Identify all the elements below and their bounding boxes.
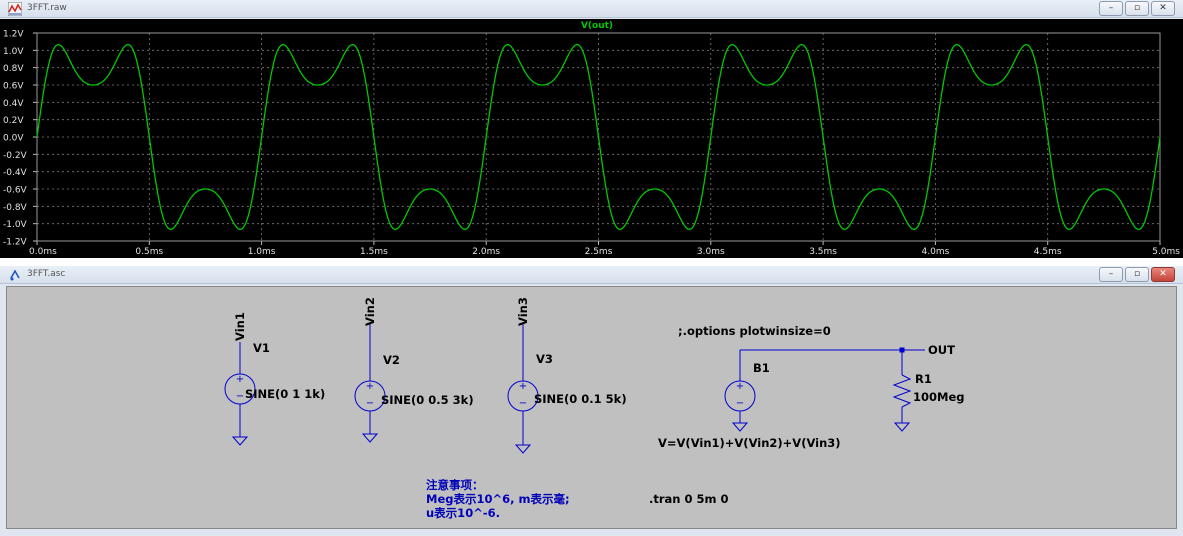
restore-button[interactable]: ▫ — [1125, 267, 1149, 282]
close-icon: ✕ — [1159, 269, 1167, 279]
voltage-source-v3[interactable]: + − — [507, 323, 539, 454]
schematic-drawing[interactable]: + − + − + − + − Vin1 Vin2 Vin3 V1 SINE(0… — [7, 287, 1176, 528]
x-tick-label: 0.0ms — [29, 247, 57, 257]
out-label[interactable]: OUT — [928, 343, 955, 357]
x-tick-label: 1.0ms — [248, 247, 276, 257]
y-tick-label: -0.6V — [3, 186, 28, 196]
plot-axes — [33, 32, 1161, 245]
behavioral-source-b1[interactable]: + − — [724, 350, 756, 432]
r1-value[interactable]: 100Meg — [913, 390, 964, 404]
y-tick-label: 0.2V — [3, 116, 24, 126]
close-icon: ✕ — [1159, 3, 1167, 13]
x-tick-label: 3.0ms — [697, 247, 725, 257]
close-button[interactable]: ✕ — [1151, 1, 1175, 16]
voltage-source-v2[interactable]: + − — [354, 323, 386, 443]
r1-name[interactable]: R1 — [915, 372, 932, 386]
x-tick-label: 4.0ms — [922, 247, 950, 257]
y-tick-label: -1.2V — [3, 238, 28, 248]
resistor-r1[interactable] — [892, 350, 912, 432]
restore-icon: ▫ — [1133, 269, 1141, 279]
net-label-vin1[interactable]: Vin1 — [233, 312, 247, 341]
x-tick-label: 1.5ms — [360, 247, 388, 257]
svg-text:−: − — [519, 398, 527, 409]
note-line-3[interactable]: u表示10^-6. — [426, 506, 500, 520]
schematic-window-title: 3FFT.asc — [27, 269, 66, 279]
x-tick-label: 2.5ms — [585, 247, 613, 257]
y-tick-label: 1.0V — [3, 47, 24, 57]
net-label-vin2[interactable]: Vin2 — [363, 297, 377, 326]
schematic-titlebar: 3FFT.asc – ▫ ✕ — [0, 266, 1183, 284]
v2-name[interactable]: V2 — [383, 353, 400, 367]
note-line-2[interactable]: Meg表示10^6, m表示毫; — [426, 492, 570, 506]
y-tick-label: -1.0V — [3, 220, 28, 230]
x-tick-labels: 0.0ms 0.5ms 1.0ms 1.5ms 2.0ms 2.5ms 3.0ms 3.5ms… — [29, 247, 1180, 257]
b1-value[interactable]: V=V(Vin1)+V(Vin2)+V(Vin3) — [658, 436, 841, 450]
waveform-window: 3FFT.raw – ▫ ✕ 1.2V 1.0V 0.8V 0.6V 0.4V 0.2V 0… — [0, 0, 1183, 258]
x-tick-label: 2.0ms — [472, 247, 500, 257]
svg-text:+: + — [519, 381, 527, 392]
x-tick-label: 0.5ms — [135, 247, 163, 257]
net-label-vin3[interactable]: Vin3 — [516, 297, 530, 326]
y-tick-label: -0.8V — [3, 203, 28, 213]
waveform-window-controls: – ▫ ✕ — [1099, 1, 1175, 16]
waveform-plot-area[interactable]: 1.2V 1.0V 0.8V 0.6V 0.4V 0.2V 0.0V -0.2V -0.4V -0… — [0, 19, 1183, 258]
v3-name[interactable]: V3 — [536, 352, 553, 366]
minimize-icon: – — [1108, 3, 1114, 13]
x-tick-label: 5.0ms — [1152, 247, 1180, 257]
schematic-canvas[interactable]: + − + − + − + − Vin1 Vin2 Vin3 V1 SINE(0… — [6, 286, 1177, 529]
y-tick-label: 0.0V — [3, 134, 24, 144]
v1-value[interactable]: SINE(0 1 1k) — [245, 387, 325, 401]
trace-label-vout[interactable]: V(out) — [581, 21, 613, 31]
svg-text:+: + — [366, 381, 374, 392]
minimize-icon: – — [1108, 269, 1114, 279]
waveform-titlebar: 3FFT.raw – ▫ ✕ — [0, 0, 1183, 18]
note-line-1[interactable]: 注意事项： — [426, 478, 484, 492]
restore-icon: ▫ — [1133, 3, 1141, 13]
trace-vout[interactable] — [36, 44, 1161, 230]
y-tick-label: 0.8V — [3, 64, 24, 74]
y-tick-label: -0.2V — [3, 151, 28, 161]
svg-text:+: + — [736, 381, 744, 392]
v1-name[interactable]: V1 — [253, 341, 270, 355]
svg-text:−: − — [366, 398, 374, 409]
close-button[interactable]: ✕ — [1151, 267, 1175, 282]
waveform-app-icon — [8, 2, 22, 16]
y-tick-label: 0.4V — [3, 99, 24, 109]
out-net-wire[interactable] — [740, 347, 925, 353]
svg-text:−: − — [236, 391, 244, 402]
y-tick-label: 0.6V — [3, 82, 24, 92]
tran-directive[interactable]: .tran 0 5m 0 — [649, 492, 728, 506]
schematic-window-controls: – ▫ ✕ — [1099, 267, 1175, 282]
options-directive[interactable]: ;.options plotwinsize=0 — [678, 324, 831, 338]
x-tick-label: 4.5ms — [1034, 247, 1062, 257]
y-tick-labels: 1.2V 1.0V 0.8V 0.6V 0.4V 0.2V 0.0V -0.2V -0.4V -0… — [3, 30, 28, 248]
y-tick-label: -0.4V — [3, 168, 28, 178]
v3-value[interactable]: SINE(0 0.1 5k) — [534, 392, 627, 406]
schematic-app-icon — [10, 269, 20, 281]
b1-name[interactable]: B1 — [753, 361, 770, 375]
minimize-button[interactable]: – — [1099, 267, 1123, 282]
v2-value[interactable]: SINE(0 0.5 3k) — [381, 393, 474, 407]
schematic-window: 3FFT.asc – ▫ ✕ + − + − + − + − Vin1 Vin2… — [0, 266, 1183, 536]
y-tick-label: 1.2V — [3, 30, 24, 40]
x-tick-label: 3.5ms — [809, 247, 837, 257]
minimize-button[interactable]: – — [1099, 1, 1123, 16]
restore-button[interactable]: ▫ — [1125, 1, 1149, 16]
svg-text:+: + — [236, 374, 244, 385]
waveform-window-title: 3FFT.raw — [27, 3, 67, 13]
svg-text:−: − — [736, 398, 744, 409]
waveform-plot[interactable]: 1.2V 1.0V 0.8V 0.6V 0.4V 0.2V 0.0V -0.2V -0.4V -0… — [0, 19, 1183, 258]
